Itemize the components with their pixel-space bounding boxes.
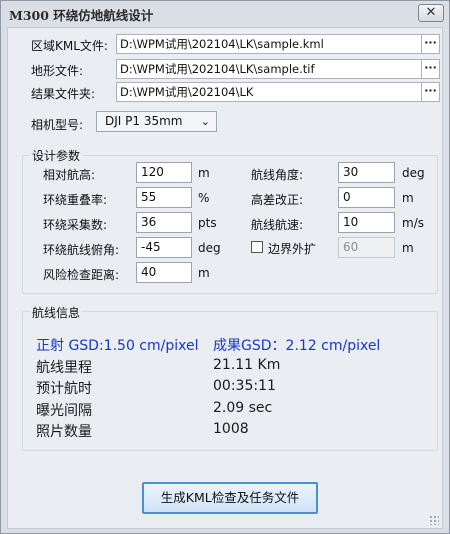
dialog-body: 区域KML文件: D:\WPM试用\202104\LK\sample.kml ·… bbox=[7, 27, 443, 529]
height-fix-label: 高差改正: bbox=[251, 193, 304, 207]
camera-select-value: DJI P1 35mm bbox=[105, 114, 183, 128]
kml-browse-button[interactable]: ··· bbox=[422, 34, 440, 54]
photo-count-value: 1008 bbox=[213, 421, 249, 437]
gsd-result: 成果GSD：2.12 cm/pixel bbox=[213, 338, 381, 354]
height-fix-input[interactable]: 0 bbox=[338, 187, 395, 208]
dialog-window: M300 环绕仿地航线设计 ✕ 区域KML文件: D:\WPM试用\202104… bbox=[0, 0, 450, 534]
route-angle-label: 航线角度: bbox=[251, 168, 304, 182]
generate-kml-button[interactable]: 生成KML检查及任务文件 bbox=[142, 482, 318, 514]
result-folder-input[interactable]: D:\WPM试用\202104\LK bbox=[116, 82, 422, 102]
route-angle-unit: deg bbox=[402, 166, 425, 180]
overlap-input[interactable]: 55 bbox=[136, 187, 192, 208]
rel-height-label: 相对航高: bbox=[43, 168, 96, 182]
photo-count-label: 照片数量 bbox=[36, 424, 92, 440]
more-icon: ··· bbox=[424, 84, 437, 97]
speed-label: 航线航速: bbox=[251, 218, 304, 232]
result-browse-button[interactable]: ··· bbox=[422, 82, 440, 102]
pitch-unit: deg bbox=[198, 241, 221, 255]
height-fix-unit: m bbox=[402, 191, 414, 205]
terrain-file-input[interactable]: D:\WPM试用\202104\LK\sample.tif bbox=[116, 59, 422, 79]
chevron-down-icon: ⌄ bbox=[200, 115, 210, 128]
gsd-ortho: 正射 GSD:1.50 cm/pixel bbox=[36, 338, 199, 354]
mileage-label: 航线里程 bbox=[36, 360, 92, 376]
flight-time-value: 00:35:11 bbox=[213, 378, 276, 394]
rel-height-input[interactable]: 120 bbox=[136, 162, 192, 183]
mileage-value: 21.11 Km bbox=[213, 357, 281, 373]
params-group-title: 设计参数 bbox=[30, 147, 83, 164]
sample-count-input[interactable]: 36 bbox=[136, 212, 192, 233]
boundary-checkbox[interactable] bbox=[251, 241, 263, 253]
info-group-title: 航线信息 bbox=[30, 304, 83, 321]
speed-unit: m/s bbox=[402, 216, 424, 230]
speed-input[interactable]: 10 bbox=[338, 212, 395, 233]
boundary-label: 边界外扩 bbox=[268, 242, 317, 256]
kml-file-label: 区域KML文件: bbox=[31, 39, 108, 53]
risk-dist-unit: m bbox=[198, 266, 210, 280]
flight-time-label: 预计航时 bbox=[36, 381, 92, 397]
boundary-unit: m bbox=[402, 241, 414, 255]
boundary-input: 60 bbox=[338, 237, 395, 258]
terrain-file-label: 地形文件: bbox=[31, 64, 84, 78]
risk-dist-input[interactable]: 40 bbox=[136, 262, 192, 283]
window-title: M300 环绕仿地航线设计 bbox=[9, 8, 154, 23]
terrain-browse-button[interactable]: ··· bbox=[422, 59, 440, 79]
pitch-input[interactable]: -45 bbox=[136, 237, 192, 258]
risk-dist-label: 风险检查距离: bbox=[43, 268, 120, 282]
route-angle-input[interactable]: 30 bbox=[338, 162, 395, 183]
result-folder-label: 结果文件夹: bbox=[31, 87, 96, 101]
title-bar: M300 环绕仿地航线设计 ✕ bbox=[1, 1, 449, 27]
more-icon: ··· bbox=[424, 36, 437, 49]
close-button[interactable]: ✕ bbox=[418, 4, 444, 22]
overlap-label: 环绕重叠率: bbox=[43, 193, 108, 207]
camera-select[interactable]: DJI P1 35mm ⌄ bbox=[96, 111, 217, 132]
exposure-interval-value: 2.09 sec bbox=[213, 400, 273, 416]
sample-count-label: 环绕采集数: bbox=[43, 218, 108, 232]
pitch-label: 环绕航线俯角: bbox=[43, 243, 120, 257]
sample-count-unit: pts bbox=[198, 216, 217, 230]
kml-file-input[interactable]: D:\WPM试用\202104\LK\sample.kml bbox=[116, 34, 422, 54]
exposure-interval-label: 曝光间隔 bbox=[36, 403, 92, 419]
rel-height-unit: m bbox=[198, 166, 210, 180]
close-icon: ✕ bbox=[425, 5, 437, 20]
resize-grip-icon[interactable] bbox=[429, 515, 439, 525]
camera-label: 相机型号: bbox=[31, 118, 84, 132]
overlap-unit: % bbox=[198, 191, 210, 205]
more-icon: ··· bbox=[424, 61, 437, 74]
